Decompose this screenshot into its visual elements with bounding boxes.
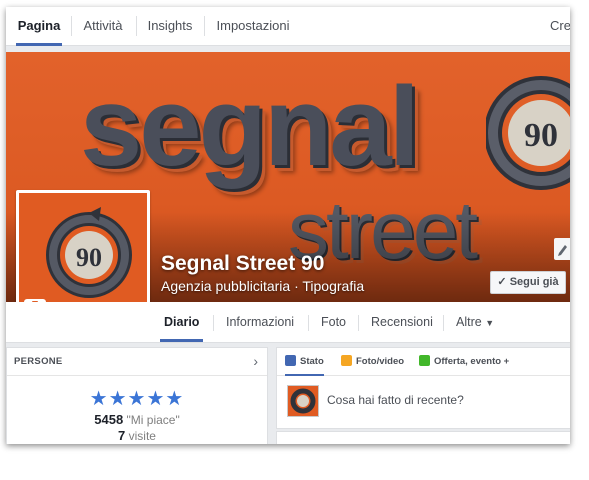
admin-tab-bar: Pagina Attività Insights Impostazioni Cr… bbox=[6, 7, 570, 46]
visits-count: 7 bbox=[118, 428, 126, 443]
pencil-icon bbox=[285, 355, 296, 366]
visits-label: visite bbox=[128, 429, 156, 443]
composer-tab-offer-event[interactable]: Offerta, evento + bbox=[419, 348, 509, 375]
nav-divider bbox=[443, 315, 444, 331]
following-button[interactable]: ✓ Segui già bbox=[490, 271, 566, 294]
post-composer: Stato Foto/video Offerta, evento + Cosa … bbox=[276, 347, 570, 429]
people-card: PERSONE › ★★★★★ 5458 "Mi piace" 7 visite bbox=[6, 347, 268, 444]
cover-text-segnal: segnal bbox=[80, 64, 420, 189]
people-card-header[interactable]: PERSONE › bbox=[7, 348, 267, 376]
tab-page[interactable]: Pagina bbox=[16, 7, 62, 46]
profile-logo-number: 90 bbox=[76, 243, 102, 272]
pencil-icon bbox=[558, 245, 567, 256]
timeline-nav: Diario Informazioni Foto Recensioni Altr… bbox=[6, 302, 570, 343]
segnal-logo-icon bbox=[290, 388, 316, 414]
chevron-right-icon[interactable]: › bbox=[253, 353, 258, 369]
status-label: Stato bbox=[300, 356, 324, 367]
nav-info[interactable]: Informazioni bbox=[226, 302, 294, 342]
tab-divider bbox=[71, 16, 72, 36]
tab-activity[interactable]: Attività bbox=[80, 7, 126, 45]
edit-cover-button[interactable] bbox=[554, 238, 570, 260]
nav-divider bbox=[213, 315, 214, 331]
nav-more[interactable]: Altre ▼ bbox=[456, 302, 494, 342]
visits-row: 7 visite bbox=[7, 428, 267, 443]
likes-count: 5458 bbox=[94, 412, 124, 427]
page-window: Pagina Attività Insights Impostazioni Cr… bbox=[6, 7, 570, 444]
offer-icon bbox=[419, 355, 430, 366]
composer-tab-status[interactable]: Stato bbox=[285, 348, 324, 376]
composer-tab-photo-video[interactable]: Foto/video bbox=[341, 348, 404, 375]
nav-divider bbox=[358, 315, 359, 331]
page-name[interactable]: Segnal Street 90 bbox=[161, 252, 324, 276]
feed-card bbox=[276, 431, 570, 444]
page-category: Agenzia pubblicitaria · Tipografia bbox=[161, 278, 365, 294]
photo-video-label: Foto/video bbox=[356, 356, 405, 367]
rating-stars: ★★★★★ bbox=[89, 388, 185, 410]
create-button[interactable]: Crea bbox=[550, 7, 570, 45]
tab-insights[interactable]: Insights bbox=[146, 7, 194, 45]
tab-divider bbox=[136, 16, 137, 36]
people-title: PERSONE bbox=[14, 356, 63, 367]
composer-input[interactable]: Cosa hai fatto di recente? bbox=[327, 393, 464, 407]
composer-tabs: Stato Foto/video Offerta, evento + bbox=[277, 348, 570, 376]
cover-logo-number: 90 bbox=[524, 117, 558, 154]
likes-label[interactable]: "Mi piace" bbox=[127, 413, 180, 427]
photo-icon bbox=[341, 355, 352, 366]
nav-more-label: Altre bbox=[456, 315, 482, 329]
nav-divider bbox=[308, 315, 309, 331]
tab-settings[interactable]: Impostazioni bbox=[216, 7, 290, 45]
likes-count-row: 5458 "Mi piace" bbox=[7, 412, 267, 427]
following-label: Segui già bbox=[509, 276, 559, 288]
tab-divider bbox=[204, 16, 205, 36]
nav-diary[interactable]: Diario bbox=[159, 302, 204, 342]
cover-logo-icon: 90 bbox=[486, 76, 570, 190]
avatar bbox=[287, 385, 319, 417]
offer-event-label: Offerta, evento + bbox=[434, 356, 510, 367]
nav-photos[interactable]: Foto bbox=[321, 302, 346, 342]
check-icon: ✓ bbox=[497, 276, 507, 288]
caret-down-icon: ▼ bbox=[485, 318, 495, 328]
nav-reviews[interactable]: Recensioni bbox=[371, 302, 433, 342]
